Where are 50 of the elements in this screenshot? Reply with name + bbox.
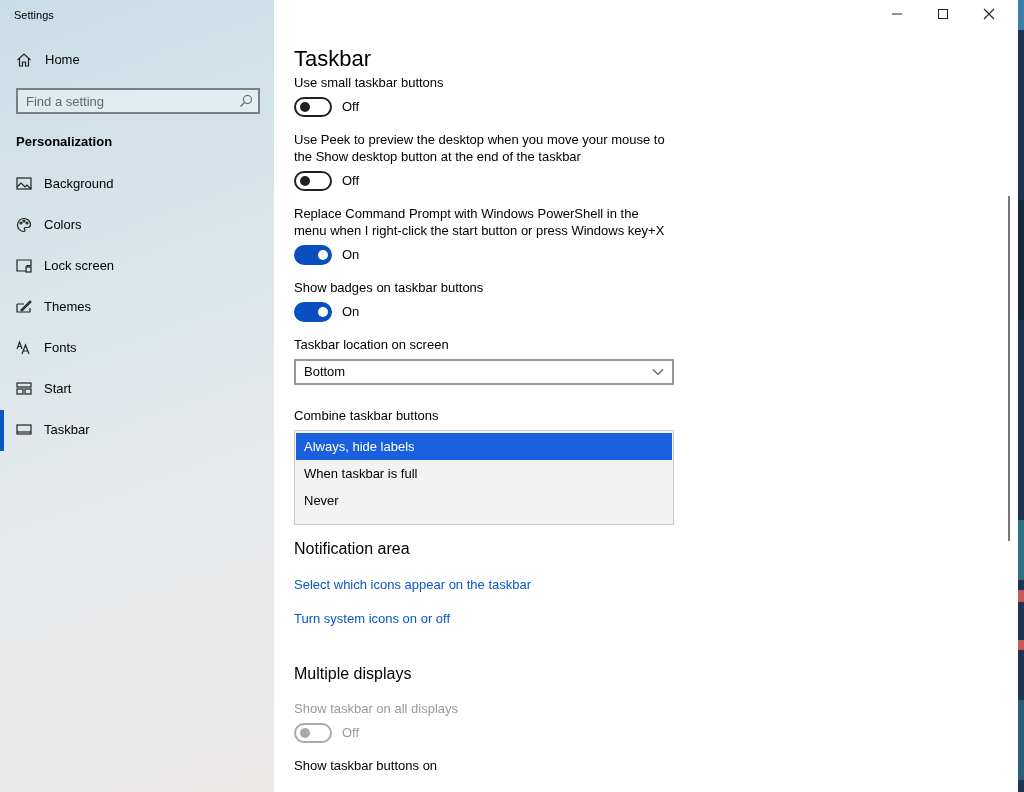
dropdown-option[interactable]: Never xyxy=(296,487,672,514)
setting-label: Use Peek to preview the desktop when you move your mouse to the Show desktop button at the end of the taskbar xyxy=(294,131,666,165)
sidebar-item[interactable]: Lock screen xyxy=(0,245,274,287)
section-heading: Notification area xyxy=(294,539,411,559)
setting-label: Combine taskbar buttons xyxy=(294,407,440,424)
setting-label: Show taskbar on all displays xyxy=(294,700,460,717)
sidebar-item[interactable]: Themes xyxy=(0,286,274,328)
section-heading: Personalization xyxy=(15,133,114,151)
toggle-state: Off xyxy=(342,98,360,117)
palette-icon xyxy=(16,217,32,233)
sidebar-item[interactable]: Fonts xyxy=(0,327,274,369)
home-icon xyxy=(16,52,32,68)
chevron-down-icon xyxy=(652,368,664,376)
maximize-icon xyxy=(937,8,949,20)
font-size-icon xyxy=(16,340,32,356)
scrollbar[interactable] xyxy=(1008,196,1010,541)
dropdown-option[interactable]: When taskbar is full xyxy=(296,460,672,487)
search-field[interactable]: Find a setting xyxy=(16,88,260,114)
sidebar-item[interactable]: Colors xyxy=(0,204,274,246)
dropdown-option[interactable]: Always, hide labels xyxy=(296,433,672,460)
toggle-switch[interactable] xyxy=(294,302,332,322)
home-link[interactable]: Home xyxy=(0,48,96,72)
settings-link[interactable]: Turn system icons on or off xyxy=(294,608,451,628)
page-title: Taskbar xyxy=(294,46,373,72)
toggle-state: Off xyxy=(342,172,360,191)
picture-icon xyxy=(16,176,32,192)
toggle-state: On xyxy=(342,303,360,322)
search-icon xyxy=(239,94,253,108)
toggle-state: On xyxy=(342,246,360,265)
brush-icon xyxy=(16,299,32,315)
sidebar-item[interactable]: Start xyxy=(0,368,274,410)
toggle-state: Off xyxy=(342,724,360,743)
toggle-switch[interactable] xyxy=(294,97,332,117)
location-dropdown[interactable]: Bottom xyxy=(294,359,674,385)
section-heading: Multiple displays xyxy=(294,664,413,684)
sidebar-item[interactable]: Background xyxy=(0,163,274,205)
setting-label: Replace Command Prompt with Windows PowerShell in the menu when I right-click the start button or press Windows key+X xyxy=(294,205,666,239)
close-icon xyxy=(983,8,995,20)
toggle-switch[interactable] xyxy=(294,171,332,191)
taskbar-icon xyxy=(16,422,32,438)
dropdown-value: Bottom xyxy=(304,363,346,382)
setting-label: Taskbar location on screen xyxy=(294,336,450,353)
start-tiles-icon xyxy=(16,381,32,397)
lock-screen-icon xyxy=(16,258,32,274)
toggle-switch[interactable] xyxy=(294,245,332,265)
settings-link[interactable]: Select which icons appear on the taskbar xyxy=(294,575,532,595)
setting-label: Show taskbar buttons on xyxy=(294,757,439,774)
window-title: Settings xyxy=(13,8,55,23)
setting-label: Use small taskbar buttons xyxy=(294,74,445,91)
setting-label: Show badges on taskbar buttons xyxy=(294,279,485,296)
